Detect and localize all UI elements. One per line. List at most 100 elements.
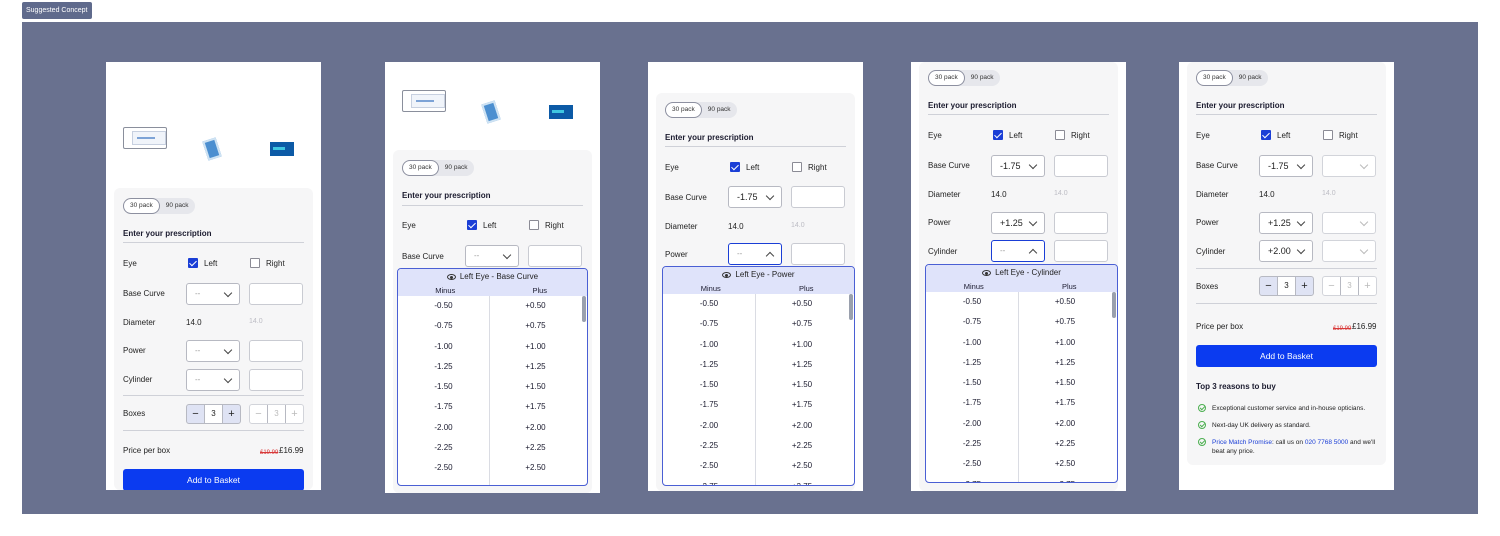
plus-option[interactable]: +2.75 — [756, 477, 848, 485]
plus-option[interactable]: +1.50 — [490, 377, 581, 397]
add-to-basket-button[interactable]: Add to Basket — [123, 469, 304, 490]
minus-option[interactable]: -2.50 — [398, 458, 490, 479]
right-eye-checkbox[interactable] — [1323, 130, 1333, 140]
left-boxes-stepper[interactable]: −3 + — [186, 404, 241, 424]
plus-option[interactable]: +2.25 — [1019, 434, 1111, 454]
minus-option[interactable]: -2.75 — [926, 474, 1019, 482]
dropdown-option-row[interactable]: -0.50 +0.50 — [663, 294, 848, 315]
dropdown-option-row[interactable]: -1.50 +1.50 — [663, 375, 848, 396]
minus-option[interactable]: -1.00 — [398, 336, 490, 357]
minus-option[interactable]: -2.25 — [926, 434, 1019, 455]
left-power-select[interactable]: -- — [728, 243, 782, 265]
plus-option[interactable]: +1.00 — [490, 337, 581, 357]
power-dropdown[interactable]: Left Eye - Power Minus Plus -0.50 +0.50 -0.… — [662, 266, 855, 486]
plus-option[interactable]: +2.25 — [490, 438, 581, 458]
left-power-select[interactable]: +1.25 — [991, 212, 1045, 234]
minus-icon[interactable]: − — [1260, 277, 1277, 295]
right-eye-checkbox[interactable] — [1055, 130, 1065, 140]
minus-option[interactable]: -2.00 — [663, 415, 756, 437]
plus-icon[interactable]: + — [1359, 277, 1376, 295]
plus-option[interactable]: +2.00 — [756, 416, 848, 436]
right-base-curve-select[interactable] — [791, 186, 845, 208]
left-cylinder-select[interactable]: -- — [991, 240, 1045, 262]
minus-option[interactable]: -1.50 — [663, 375, 756, 396]
right-base-curve-select[interactable] — [528, 245, 582, 267]
left-eye-checkbox[interactable] — [993, 130, 1003, 140]
plus-option[interactable]: +2.75 — [490, 479, 581, 485]
right-power-select[interactable] — [791, 243, 845, 265]
left-cylinder-select[interactable]: +2.00 — [1259, 240, 1313, 262]
minus-option[interactable]: -1.75 — [398, 397, 490, 418]
pack-toggle[interactable]: 30 pack 90 pack — [1196, 70, 1268, 86]
pack-toggle[interactable]: 30 pack 90 pack — [665, 102, 737, 118]
minus-option[interactable]: -2.25 — [398, 438, 490, 459]
dropdown-option-row[interactable]: -2.25 +2.25 — [398, 438, 581, 459]
product-thumbnail-2[interactable] — [469, 90, 513, 134]
plus-option[interactable]: +2.75 — [1019, 475, 1111, 482]
dropdown-option-row[interactable]: -1.25 +1.25 — [663, 354, 848, 376]
left-base-curve-select[interactable]: -- — [465, 245, 519, 267]
minus-option[interactable]: -1.75 — [663, 395, 756, 416]
cylinder-dropdown[interactable]: Left Eye - Cylinder Minus Plus -0.50 +0.50… — [925, 264, 1118, 483]
right-cylinder-select[interactable] — [1054, 240, 1108, 262]
plus-option[interactable]: +2.50 — [1019, 454, 1111, 474]
dropdown-option-row[interactable]: -1.50 +1.50 — [926, 373, 1111, 394]
base-curve-dropdown[interactable]: Left Eye - Base Curve Minus Plus -0.50 +0.… — [397, 268, 588, 486]
right-boxes-stepper[interactable]: −3 + — [1322, 276, 1377, 296]
dropdown-option-row[interactable]: -0.75 +0.75 — [398, 316, 581, 337]
left-power-select[interactable]: -- — [186, 340, 240, 362]
plus-option[interactable]: +0.75 — [1019, 312, 1111, 332]
right-power-select[interactable] — [249, 340, 303, 362]
right-base-curve-select[interactable] — [249, 283, 303, 305]
minus-option[interactable]: -0.75 — [926, 312, 1019, 333]
minus-option[interactable]: -0.50 — [398, 296, 490, 317]
plus-option[interactable]: +2.50 — [756, 456, 848, 476]
add-to-basket-button[interactable]: Add to Basket — [1196, 345, 1377, 367]
minus-option[interactable]: -2.25 — [663, 436, 756, 457]
minus-icon[interactable]: − — [187, 405, 204, 423]
price-match-link[interactable]: Price Match Promise — [1212, 439, 1272, 446]
plus-option[interactable]: +0.50 — [1019, 292, 1111, 312]
product-thumbnail-1[interactable] — [402, 90, 446, 112]
product-thumbnail-3[interactable] — [260, 127, 304, 171]
plus-option[interactable]: +1.50 — [1019, 373, 1111, 393]
minus-option[interactable]: -0.50 — [926, 292, 1019, 313]
minus-option[interactable]: -2.50 — [663, 456, 756, 477]
plus-option[interactable]: +1.00 — [1019, 333, 1111, 353]
product-thumbnail-3[interactable] — [539, 90, 583, 134]
right-base-curve-select[interactable] — [1322, 155, 1376, 177]
left-base-curve-select[interactable]: -1.75 — [728, 186, 782, 208]
plus-option[interactable]: +0.50 — [756, 294, 848, 314]
dropdown-option-row[interactable]: -1.00 +1.00 — [398, 336, 581, 357]
plus-icon[interactable]: + — [223, 405, 240, 423]
dropdown-option-row[interactable]: -2.50 +2.50 — [663, 456, 848, 477]
dropdown-option-row[interactable]: -1.00 +1.00 — [663, 334, 848, 355]
minus-option[interactable]: -1.25 — [398, 356, 490, 378]
pack-30[interactable]: 30 pack — [123, 198, 160, 214]
plus-option[interactable]: +1.25 — [490, 357, 581, 377]
phone-link[interactable]: 020 7768 5000 — [1305, 439, 1348, 446]
right-eye-checkbox[interactable] — [250, 258, 260, 268]
right-power-select[interactable] — [1054, 212, 1108, 234]
dropdown-option-row[interactable]: -2.00 +2.00 — [926, 413, 1111, 435]
minus-option[interactable]: -2.75 — [398, 478, 490, 485]
plus-option[interactable]: +1.75 — [1019, 393, 1111, 413]
right-cylinder-select[interactable] — [1322, 240, 1376, 262]
dropdown-option-row[interactable]: -1.25 +1.25 — [398, 356, 581, 378]
left-base-curve-select[interactable]: -- — [186, 283, 240, 305]
plus-option[interactable]: +2.00 — [1019, 414, 1111, 434]
plus-option[interactable]: +0.75 — [756, 314, 848, 334]
minus-option[interactable]: -1.00 — [663, 334, 756, 355]
plus-icon[interactable]: + — [1296, 277, 1313, 295]
minus-option[interactable]: -2.75 — [663, 476, 756, 485]
right-power-select[interactable] — [1322, 212, 1376, 234]
dropdown-option-row[interactable]: -2.75+2.75 — [663, 476, 848, 485]
pack-90[interactable]: 90 pack — [965, 70, 1000, 86]
dropdown-scrollbar[interactable] — [849, 294, 853, 320]
pack-toggle[interactable]: 30 pack 90 pack — [123, 198, 195, 214]
pack-30[interactable]: 30 pack — [928, 70, 965, 86]
plus-option[interactable]: +1.25 — [756, 355, 848, 375]
dropdown-option-row[interactable]: -2.75+2.75 — [926, 474, 1111, 482]
dropdown-scrollbar[interactable] — [1112, 292, 1116, 318]
dropdown-option-row[interactable]: -2.75+2.75 — [398, 478, 581, 485]
